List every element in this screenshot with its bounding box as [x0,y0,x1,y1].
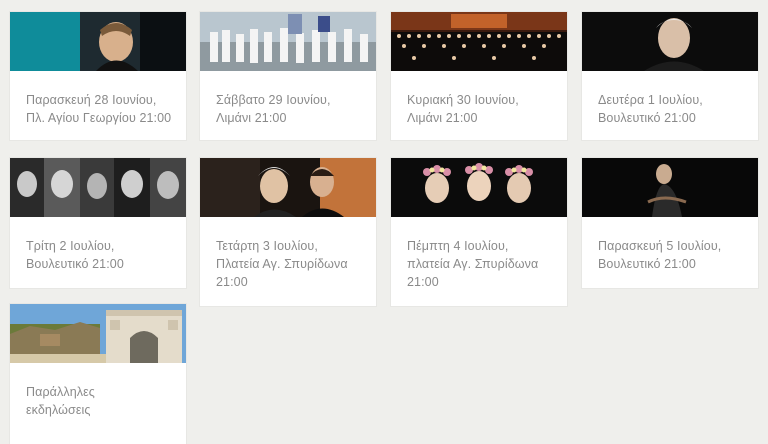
event-caption: Παρασκευή 28 Ιουνίου, Πλ. Αγίου Γεωργίου… [26,93,172,125]
event-card-jul2[interactable]: Τρίτη 2 Ιουλίου, Βουλευτικό 21:00 [10,158,186,288]
event-caption: Σάββατο 29 Ιουνίου, Λιμάνι 21:00 [216,93,331,125]
event-card-jul3[interactable]: Τετάρτη 3 Ιουλίου, Πλατεία Αγ. Σπυρίδωνα… [200,158,376,306]
event-photo-choir-orchestra [391,12,567,71]
event-card-jul1[interactable]: Δευτέρα 1 Ιουλίου, Βουλευτικό 21:00 [582,12,758,140]
event-photo-seated-musician [582,158,758,217]
event-card-jun29[interactable]: Σάββατο 29 Ιουνίου, Λιμάνι 21:00 [200,12,376,140]
event-card-jun30[interactable]: Κυριακή 30 Ιουνίου, Λιμάνι 21:00 [391,12,567,140]
event-caption: Τρίτη 2 Ιουλίου, Βουλευτικό 21:00 [26,239,124,271]
event-card-jun28[interactable]: Παρασκευή 28 Ιουνίου, Πλ. Αγίου Γεωργίου… [10,12,186,140]
event-card-jul4[interactable]: Πέμπτη 4 Ιουλίου, πλατεία Αγ. Σπυρίδωνα … [391,158,567,306]
event-photo-three-singers [391,158,567,217]
event-photo-two-pianists [200,158,376,217]
event-card-jul5[interactable]: Παρασκευή 5 Ιουλίου, Βουλευτικό 21:00 [582,158,758,288]
event-photo-conductor [10,12,186,71]
event-caption: Παράλληλες εκδηλώσεις [26,385,95,417]
event-caption: Παρασκευή 5 Ιουλίου, Βουλευτικό 21:00 [598,239,722,271]
event-caption: Δευτέρα 1 Ιουλίου, Βουλευτικό 21:00 [598,93,703,125]
event-caption: Τετάρτη 3 Ιουλίου, Πλατεία Αγ. Σπυρίδωνα… [216,239,348,289]
event-caption: Κυριακή 30 Ιουνίου, Λιμάνι 21:00 [407,93,519,125]
event-caption: Πέμπτη 4 Ιουλίου, πλατεία Αγ. Σπυρίδωνα … [407,239,539,289]
parallel-events-card[interactable]: Παράλληλες εκδηλώσεις [10,304,186,444]
event-photo-marching-band [200,12,376,71]
parallel-events-photo-fortress-gate [10,304,186,363]
event-photo-portraits [10,158,186,217]
event-photo-elderly-pianist [582,12,758,71]
